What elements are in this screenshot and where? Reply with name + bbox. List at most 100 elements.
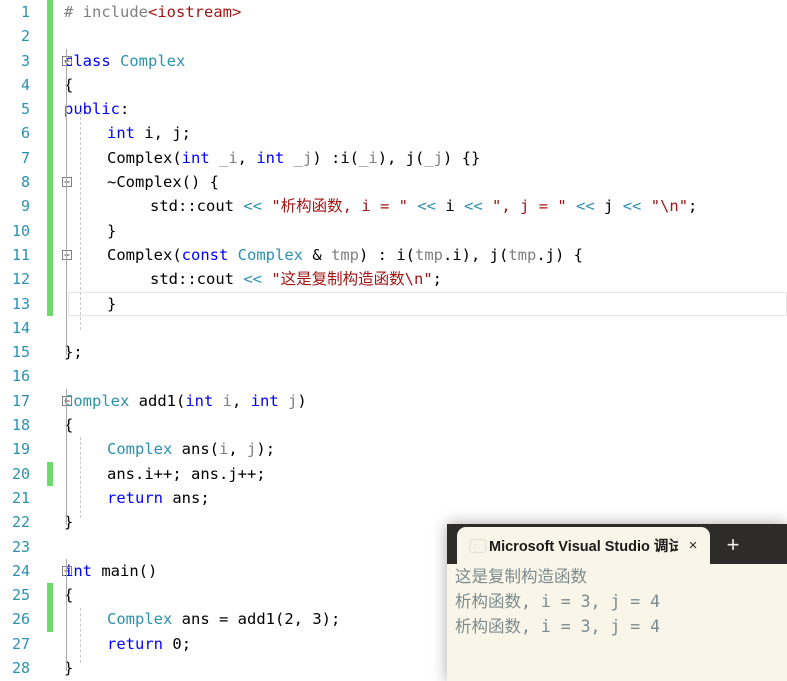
code-text: std::cout << "这是复制构造函数\n"; bbox=[64, 267, 442, 291]
change-indicator-bar bbox=[47, 242, 53, 268]
code-line[interactable]: 11 Complex(const Complex & tmp) : i(tmp.i… bbox=[0, 242, 787, 268]
token: return bbox=[107, 634, 163, 653]
code-text: ans.i++; ans.j++; bbox=[64, 462, 266, 486]
token: i, j; bbox=[135, 124, 191, 143]
code-text: std::cout << "析构函数, i = " << i << ", j =… bbox=[64, 194, 697, 218]
token: ) {} bbox=[443, 148, 481, 167]
token: & bbox=[303, 245, 331, 264]
code-text: int i, j; bbox=[64, 121, 191, 145]
console-tab[interactable]: C:\ Microsoft Visual Studio 调试控 × bbox=[457, 527, 710, 564]
code-line[interactable]: 13} bbox=[0, 291, 787, 316]
token: Complex bbox=[237, 245, 303, 264]
token: ans; bbox=[163, 488, 210, 507]
line-number: 19 bbox=[11, 440, 30, 459]
code-line[interactable]: 10} bbox=[0, 218, 787, 243]
code-line[interactable]: 6 int i, j; bbox=[0, 121, 787, 146]
code-line[interactable]: 15}; bbox=[0, 340, 787, 364]
console-window[interactable]: C:\ Microsoft Visual Studio 调试控 × + 这是复制… bbox=[447, 524, 787, 681]
line-number: 20 bbox=[11, 464, 30, 483]
code-text: Complex add1(int i, int j) bbox=[64, 389, 307, 413]
line-number: 25 bbox=[11, 586, 30, 605]
change-indicator-bar bbox=[47, 121, 53, 146]
token: Complex( bbox=[107, 245, 182, 264]
code-line[interactable]: 12 std::cout << "这是复制构造函数\n"; bbox=[0, 267, 787, 292]
change-indicator-bar bbox=[47, 218, 53, 243]
change-indicator-bar bbox=[47, 316, 53, 340]
token: std::cout bbox=[150, 270, 244, 289]
code-line[interactable]: 4{ bbox=[0, 72, 787, 98]
code-text: class Complex bbox=[64, 49, 185, 73]
token: i bbox=[436, 197, 465, 216]
token: int bbox=[185, 391, 214, 410]
token: int bbox=[107, 124, 135, 143]
token: ); bbox=[321, 610, 341, 629]
token: , bbox=[237, 148, 257, 167]
token: j bbox=[288, 391, 298, 410]
token: << bbox=[576, 197, 595, 216]
line-number: 7 bbox=[20, 148, 30, 167]
indent-guide bbox=[80, 607, 81, 664]
token: ~Complex() { bbox=[107, 173, 219, 192]
change-indicator-bar bbox=[47, 437, 53, 461]
code-line[interactable]: 16 bbox=[0, 364, 787, 388]
token: Complex( bbox=[107, 148, 182, 167]
code-line[interactable]: 3 class Complex bbox=[0, 48, 787, 73]
token: i bbox=[222, 391, 233, 410]
token: tmp bbox=[508, 245, 537, 264]
token: } bbox=[107, 221, 117, 240]
code-text: Complex(int _i, int _j) :i(_i), j(_j) {} bbox=[64, 146, 480, 170]
code-line[interactable]: 9 std::cout << "析构函数, i = " << i << ", j … bbox=[0, 194, 787, 219]
code-line[interactable]: 21 return ans; bbox=[0, 486, 787, 510]
token: const bbox=[181, 245, 229, 264]
change-indicator-bar bbox=[47, 413, 53, 437]
console-titlebar[interactable]: C:\ Microsoft Visual Studio 调试控 × + bbox=[447, 524, 787, 564]
token: ) :i( bbox=[312, 148, 360, 167]
token: ans.i++; ans.j++; bbox=[107, 464, 266, 483]
token: int bbox=[64, 561, 92, 580]
token: << bbox=[464, 197, 483, 216]
line-number: 5 bbox=[20, 100, 30, 119]
token: << bbox=[417, 197, 437, 216]
change-indicator-bar bbox=[47, 364, 53, 388]
indent-guide bbox=[66, 48, 67, 355]
token: ; bbox=[688, 197, 698, 216]
code-line[interactable]: 19 Complex ans(i, j); bbox=[0, 437, 787, 461]
token: , bbox=[228, 440, 248, 459]
change-indicator-bar bbox=[47, 72, 53, 98]
code-line[interactable]: 7 Complex(int _i, int _j) :i(_i), j(_j) {… bbox=[0, 145, 787, 171]
console-output[interactable]: 这是复制构造函数 析构函数, i = 3, j = 4 析构函数, i = 3, j… bbox=[447, 564, 787, 681]
line-number: 6 bbox=[20, 124, 30, 143]
line-number: 1 bbox=[20, 3, 30, 21]
code-line[interactable]: 2 bbox=[0, 24, 787, 49]
line-number: 10 bbox=[11, 221, 30, 240]
code-line[interactable]: 17 Complex add1(int i, int j) bbox=[0, 389, 787, 413]
code-text: public: bbox=[64, 97, 129, 121]
change-indicator-bar bbox=[47, 97, 53, 122]
code-line[interactable]: 5 public: bbox=[0, 97, 787, 122]
console-icon: C:\ bbox=[469, 538, 487, 554]
code-text: return 0; bbox=[64, 632, 191, 656]
code-line[interactable]: 8 ~Complex() { bbox=[0, 170, 787, 195]
indent-guide bbox=[80, 111, 81, 331]
token: << bbox=[243, 270, 262, 289]
code-line[interactable]: 14 bbox=[0, 316, 787, 340]
token: << bbox=[622, 197, 642, 216]
token: int bbox=[250, 391, 279, 410]
close-icon[interactable]: × bbox=[680, 537, 706, 554]
code-line[interactable]: 20 ans.i++; ans.j++; bbox=[0, 461, 787, 486]
code-line[interactable]: 18{ bbox=[0, 413, 787, 437]
token: 0 bbox=[172, 634, 182, 653]
new-tab-button[interactable]: + bbox=[719, 532, 747, 558]
token: , bbox=[232, 391, 251, 410]
token: _i bbox=[359, 148, 378, 167]
code-line[interactable]: 1 # include<iostream> bbox=[0, 0, 787, 25]
token: public bbox=[64, 100, 120, 119]
